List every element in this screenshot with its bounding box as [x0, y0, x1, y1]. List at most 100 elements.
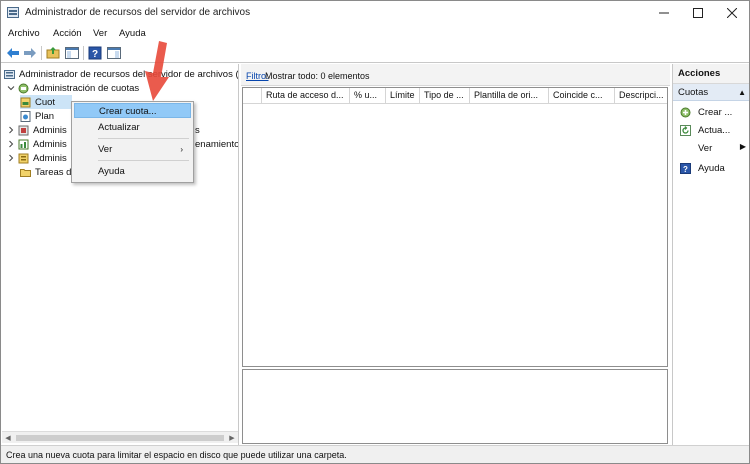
help-icon: ?: [680, 162, 691, 174]
maximize-button[interactable]: [681, 1, 715, 25]
tree-item-label: Adminis: [33, 138, 67, 150]
close-icon: [727, 8, 737, 18]
column-header-matches[interactable]: Coincide c...: [549, 88, 615, 104]
scroll-left-icon[interactable]: ◀: [4, 434, 12, 442]
submenu-arrow-icon: ▶: [739, 142, 746, 151]
app-window: Administrador de recursos del servidor d…: [0, 0, 750, 464]
tree-item-admin-1[interactable]: Adminis: [6, 123, 67, 137]
context-menu-help[interactable]: Ayuda: [74, 164, 191, 179]
quota-list[interactable]: Ruta de acceso d... % u... Límite Tipo d…: [242, 87, 668, 367]
tree-item-label: Adminis: [33, 152, 67, 164]
context-menu-separator: [98, 160, 189, 161]
properties-button[interactable]: [106, 45, 122, 61]
tree-root[interactable]: Administrador de recursos del servidor d…: [4, 67, 239, 81]
action-refresh[interactable]: Actua...: [673, 123, 749, 137]
scrollbar-thumb[interactable]: [16, 435, 224, 441]
task-folder-icon: [20, 168, 31, 177]
server-icon: [4, 69, 15, 79]
status-bar: Crea una nueva cuota para limitar el esp…: [1, 445, 749, 463]
context-menu-view-label: Ver: [98, 144, 113, 155]
action-label: Crear ...: [698, 106, 733, 118]
create-quota-icon: [680, 107, 691, 117]
properties-icon: [107, 47, 121, 59]
storage-reports-icon: [18, 139, 29, 149]
context-menu-refresh[interactable]: Actualizar: [74, 120, 191, 135]
filter-status: Mostrar todo: 0 elementos: [265, 71, 370, 81]
column-header-path[interactable]: Ruta de acceso d...: [262, 88, 350, 104]
action-view[interactable]: Ver ▶: [673, 141, 749, 155]
forward-arrow-icon: [24, 48, 36, 58]
close-button[interactable]: [715, 1, 749, 25]
column-header-type[interactable]: Tipo de ...: [420, 88, 470, 104]
filter-bar: Filtro: Mostrar todo: 0 elementos: [241, 64, 670, 86]
help-icon: ?: [88, 46, 102, 60]
up-level-button[interactable]: [45, 45, 61, 61]
scroll-right-icon[interactable]: ▶: [228, 434, 236, 442]
menu-ayuda[interactable]: Ayuda: [119, 28, 146, 39]
help-button[interactable]: ?: [87, 45, 103, 61]
app-icon: [7, 7, 19, 18]
tree-item-admin-2-tail: enamiento: [195, 137, 238, 151]
actions-section-quotas[interactable]: Cuotas ▲: [673, 84, 749, 101]
chevron-right-icon[interactable]: [6, 139, 16, 149]
actions-header: Acciones: [673, 64, 749, 84]
action-label: Ver: [698, 142, 713, 154]
action-create-quota[interactable]: Crear ...: [673, 105, 749, 119]
tree-item-label: Cuot: [35, 96, 56, 108]
column-header-description[interactable]: Descripci...: [615, 88, 667, 104]
back-arrow-icon: [7, 48, 19, 58]
submenu-arrow-icon: ›: [180, 145, 183, 154]
minimize-icon: [659, 12, 669, 14]
action-label: Actua...: [698, 124, 731, 136]
maximize-icon: [693, 8, 703, 18]
action-help[interactable]: ? Ayuda: [673, 161, 749, 175]
context-menu-view[interactable]: Ver ›: [74, 142, 191, 157]
menu-ver[interactable]: Ver: [93, 28, 107, 39]
back-button[interactable]: [5, 45, 21, 61]
toolbar: ?: [1, 43, 749, 63]
folder-up-icon: [46, 47, 60, 59]
tree-item-tasks[interactable]: Tareas d: [20, 165, 71, 179]
window-title: Administrador de recursos del servidor d…: [25, 7, 251, 18]
column-header-limit[interactable]: Límite: [386, 88, 420, 104]
actions-section-label: Cuotas: [678, 87, 709, 98]
chevron-right-icon[interactable]: [6, 153, 16, 163]
svg-text:?: ?: [683, 164, 688, 173]
menu-accion[interactable]: Acción: [53, 28, 82, 39]
tree-item-templates[interactable]: Plan: [20, 109, 54, 123]
column-header-icon[interactable]: [243, 88, 262, 104]
minimize-button[interactable]: [647, 1, 681, 25]
tree-item-quota-management[interactable]: Administración de cuotas: [6, 81, 139, 95]
menu-bar: Archivo Acción Ver Ayuda: [1, 25, 749, 43]
column-header-percent-used[interactable]: % u...: [350, 88, 386, 104]
tree-root-label: Administrador de recursos del servidor d…: [19, 68, 239, 80]
annotation-arrow-icon: [145, 41, 169, 101]
tree-item-label: Tareas d: [35, 166, 72, 178]
tree-item-label: Adminis: [33, 124, 67, 136]
toolbar-separator: [41, 46, 42, 60]
context-menu-create-quota[interactable]: Crear cuota...: [74, 103, 191, 118]
action-label: Ayuda: [698, 162, 725, 174]
quota-icon: [20, 97, 31, 107]
chevron-right-icon[interactable]: [6, 125, 16, 135]
quota-management-icon: [18, 83, 29, 93]
console-tree-icon: [65, 47, 79, 59]
tree-item-label: Administración de cuotas: [33, 82, 140, 94]
tree-item-tail-text: s: [195, 124, 200, 136]
svg-text:?: ?: [92, 49, 98, 60]
collapse-up-icon[interactable]: ▲: [738, 84, 746, 101]
tree-item-label: Plan: [35, 110, 55, 122]
tree-horizontal-scrollbar[interactable]: ◀ ▶: [2, 431, 238, 443]
tree-item-quotas[interactable]: Cuot: [20, 95, 72, 109]
tree-item-admin-3[interactable]: Adminis: [6, 151, 67, 165]
context-menu-separator: [98, 138, 189, 139]
results-pane: Filtro: Mostrar todo: 0 elementos Ruta d…: [241, 64, 670, 445]
chevron-down-icon[interactable]: [6, 83, 16, 93]
forward-button[interactable]: [22, 45, 38, 61]
menu-archivo[interactable]: Archivo: [8, 28, 40, 39]
tree-item-admin-2[interactable]: Adminis: [6, 137, 67, 151]
title-bar: Administrador de recursos del servidor d…: [1, 1, 749, 25]
column-header-template[interactable]: Plantilla de ori...: [470, 88, 549, 104]
show-hide-tree-button[interactable]: [64, 45, 80, 61]
classification-icon: [18, 153, 29, 163]
